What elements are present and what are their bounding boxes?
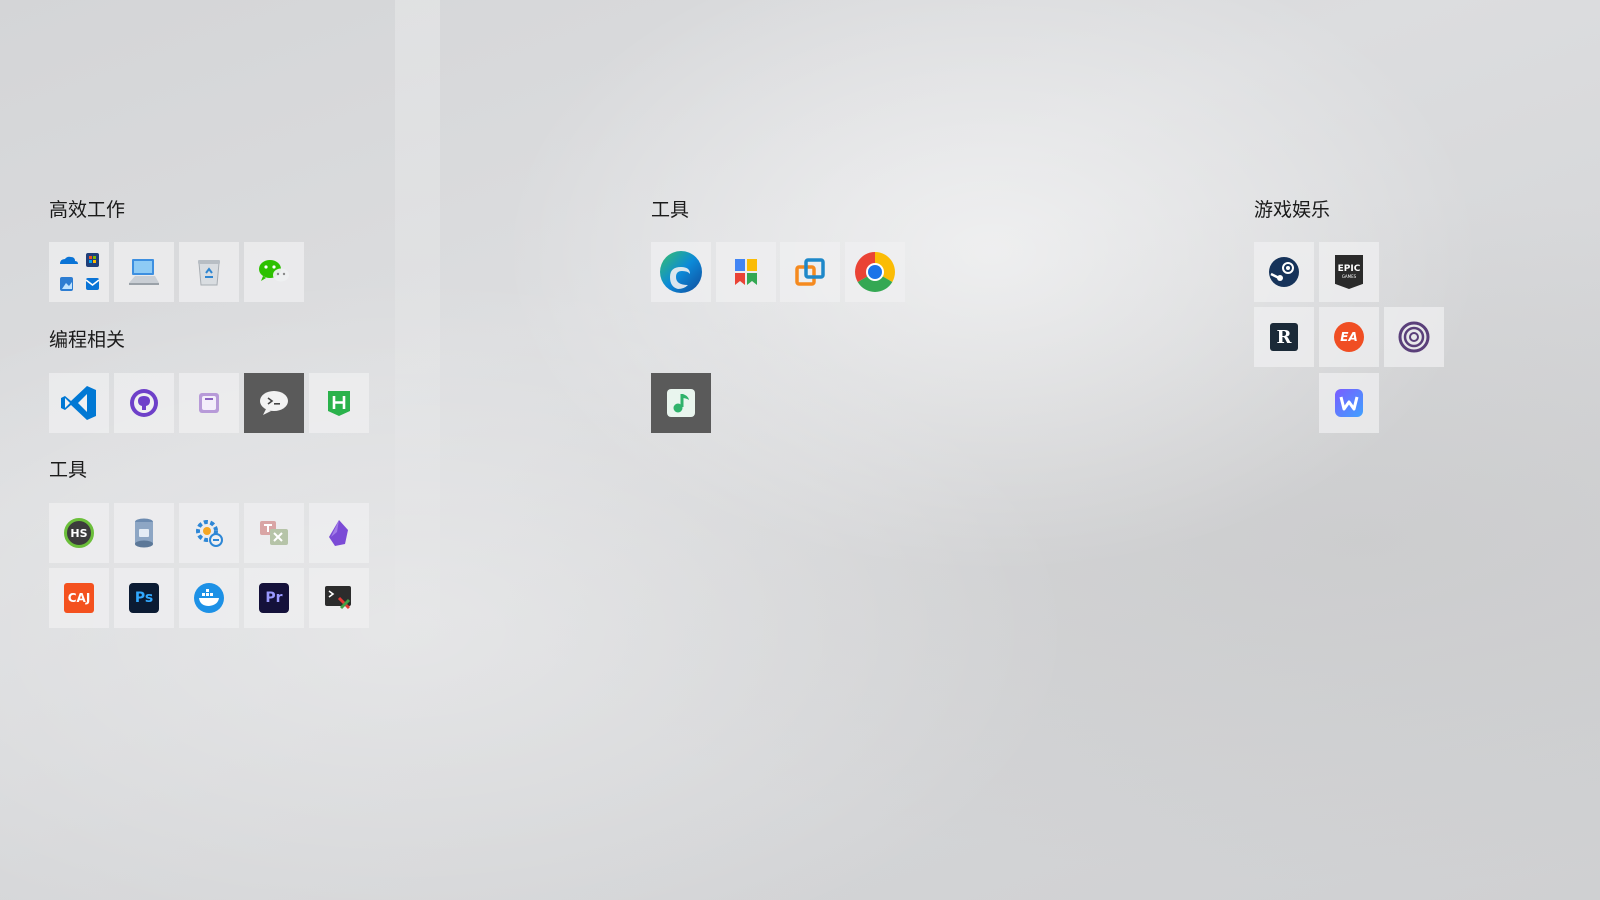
rockstar-logo-text: R bbox=[1276, 326, 1292, 348]
tile-wechat[interactable] bbox=[244, 242, 304, 302]
tile-hbuilder[interactable] bbox=[309, 373, 369, 433]
computer-icon bbox=[129, 259, 159, 285]
tile-pinned-app[interactable] bbox=[716, 242, 776, 302]
recycle-bin-icon bbox=[198, 260, 220, 286]
tile-this-pc[interactable] bbox=[114, 242, 174, 302]
tile-chrome[interactable] bbox=[845, 242, 905, 302]
tile-vmware[interactable] bbox=[780, 242, 840, 302]
tile-terminal-tool[interactable] bbox=[309, 568, 369, 628]
rockstar-icon: R bbox=[1270, 323, 1298, 351]
caj-logo-text: CAJ bbox=[67, 591, 91, 605]
tile-ea[interactable]: EA bbox=[1319, 307, 1379, 367]
group-title-tools-left: 工具 bbox=[49, 459, 88, 481]
group-title-gaming: 游戏娱乐 bbox=[1254, 199, 1331, 221]
tile-clipboard-app[interactable] bbox=[179, 373, 239, 433]
tile-chat-terminal[interactable] bbox=[244, 373, 304, 433]
hbuilder-icon bbox=[328, 391, 350, 416]
epic-logo-text: EPIC bbox=[1337, 264, 1361, 274]
chrome-icon bbox=[855, 252, 895, 292]
steam-icon bbox=[1269, 257, 1299, 287]
photoshop-icon: Ps bbox=[129, 583, 159, 613]
terminal-icon bbox=[325, 586, 351, 610]
tile-hs[interactable]: HS bbox=[49, 503, 109, 563]
docker-icon bbox=[194, 583, 224, 613]
tile-photoshop[interactable]: Ps bbox=[114, 568, 174, 628]
tile-music-player[interactable] bbox=[651, 373, 711, 433]
ea-logo-text: EA bbox=[1340, 330, 1358, 344]
app-window-icon bbox=[199, 393, 219, 413]
tile-edge[interactable] bbox=[651, 242, 711, 302]
group-title-tools-center: 工具 bbox=[651, 199, 690, 221]
group-title-productivity: 高效工作 bbox=[49, 199, 126, 221]
chat-bubble-icon bbox=[260, 391, 288, 415]
tile-premiere[interactable]: Pr bbox=[244, 568, 304, 628]
translate-icon bbox=[260, 521, 288, 545]
github-desktop-icon bbox=[130, 389, 158, 417]
premiere-icon: Pr bbox=[259, 583, 289, 613]
tile-caj[interactable]: CAJ bbox=[49, 568, 109, 628]
group-title-programming: 编程相关 bbox=[49, 329, 126, 351]
gear-icon bbox=[196, 520, 223, 547]
ea-icon: EA bbox=[1334, 322, 1364, 352]
wegame-icon bbox=[1335, 389, 1363, 417]
hs-icon: HS bbox=[64, 518, 94, 548]
database-icon bbox=[135, 518, 153, 548]
tile-database-tool[interactable] bbox=[114, 503, 174, 563]
tile-recycle-bin[interactable] bbox=[179, 242, 239, 302]
edge-icon bbox=[660, 251, 702, 293]
photoshop-logo-text: Ps bbox=[134, 590, 154, 606]
tile-epic-games[interactable]: EPIC GAMES bbox=[1319, 242, 1379, 302]
epic-games-icon: EPIC GAMES bbox=[1335, 255, 1363, 289]
colorful-blocks-icon bbox=[735, 259, 757, 285]
ubisoft-icon bbox=[1398, 321, 1430, 353]
tile-ubisoft[interactable] bbox=[1384, 307, 1444, 367]
vscode-icon bbox=[61, 386, 96, 420]
music-note-icon bbox=[667, 389, 695, 417]
tile-vscode[interactable] bbox=[49, 373, 109, 433]
premiere-logo-text: Pr bbox=[265, 590, 283, 606]
tile-settings-tool[interactable] bbox=[179, 503, 239, 563]
epic-sub-text: GAMES bbox=[1341, 274, 1357, 279]
caj-icon: CAJ bbox=[64, 583, 94, 613]
tile-docker[interactable] bbox=[179, 568, 239, 628]
tile-obsidian[interactable] bbox=[309, 503, 369, 563]
folder-icon bbox=[57, 250, 101, 294]
tile-office-folder[interactable] bbox=[49, 242, 109, 302]
tile-translator[interactable] bbox=[244, 503, 304, 563]
wallpaper-light-streak bbox=[395, 0, 440, 680]
tile-rockstar[interactable]: R bbox=[1254, 307, 1314, 367]
tile-wegame[interactable] bbox=[1319, 373, 1379, 433]
hs-logo-text: HS bbox=[70, 526, 88, 540]
vmware-icon bbox=[795, 258, 825, 286]
obsidian-icon bbox=[329, 520, 348, 546]
wechat-icon bbox=[259, 260, 289, 282]
tile-github-desktop[interactable] bbox=[114, 373, 174, 433]
tile-steam[interactable] bbox=[1254, 242, 1314, 302]
